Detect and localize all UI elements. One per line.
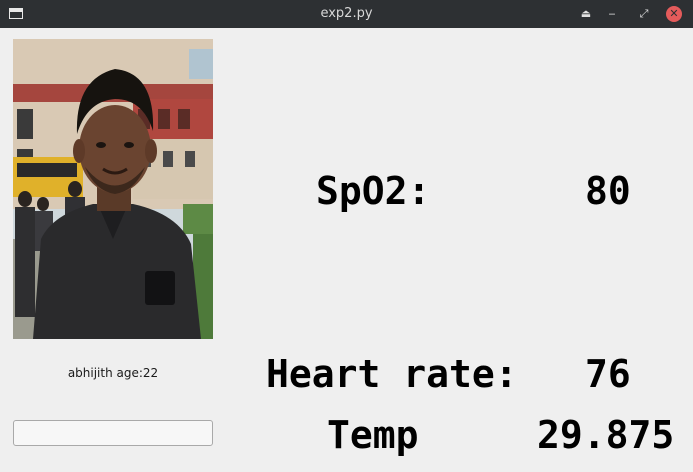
close-button[interactable]: ✕ bbox=[666, 6, 682, 22]
heart-rate-label: Heart rate: bbox=[266, 352, 518, 396]
profile-photo bbox=[13, 39, 213, 339]
spo2-value: 80 bbox=[585, 169, 631, 213]
maximize-button[interactable]: ⤢ bbox=[635, 5, 653, 23]
title-bar[interactable]: exp2.py ⏏ ‒ ⤢ ✕ bbox=[0, 0, 693, 28]
app-window: exp2.py ⏏ ‒ ⤢ ✕ abhijith age:22 SpO2: 80… bbox=[0, 0, 693, 472]
minimize-button[interactable]: ‒ bbox=[603, 5, 621, 23]
heart-rate-value: 76 bbox=[585, 352, 631, 396]
temperature-label: Temp bbox=[327, 413, 419, 457]
text-input-field[interactable] bbox=[13, 420, 213, 446]
temperature-value: 29.875 bbox=[537, 413, 675, 457]
name-age-label: abhijith age:22 bbox=[67, 366, 159, 380]
spo2-label: SpO2: bbox=[316, 169, 431, 213]
keep-above-button[interactable]: ⏏ bbox=[577, 5, 595, 23]
